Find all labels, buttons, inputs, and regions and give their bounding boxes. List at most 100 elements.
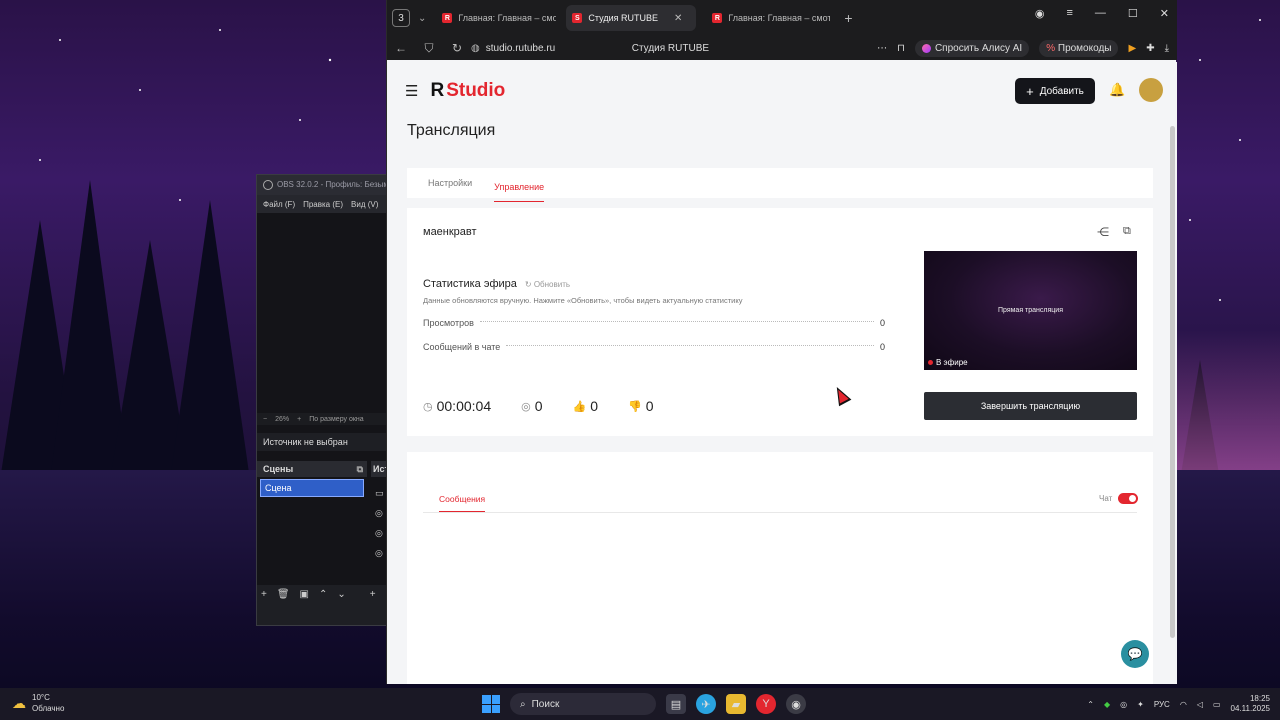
chevron-down-icon[interactable]: ⌄ bbox=[418, 13, 426, 24]
avatar[interactable] bbox=[1139, 78, 1163, 102]
page-scrollbar[interactable] bbox=[1170, 126, 1175, 638]
obs-zoom-mode[interactable]: По размеру окна bbox=[309, 416, 363, 423]
browser-tab[interactable]: R Главная: Главная – смотр bbox=[436, 5, 556, 31]
viewers-value: 0 bbox=[534, 398, 543, 414]
obs-titlebar[interactable]: OBS 32.0.2 - Профиль: Безым bbox=[257, 175, 395, 195]
wifi-icon[interactable]: ◠ bbox=[1180, 700, 1187, 709]
more-icon[interactable]: ⋯ bbox=[877, 43, 887, 54]
stat-row-messages: Сообщений в чате 0 bbox=[423, 342, 885, 352]
task-view-icon[interactable]: ▤ bbox=[666, 694, 686, 714]
notification-bell-icon[interactable]: 🔔 bbox=[1109, 82, 1125, 98]
alice-button[interactable]: Спросить Алису AI bbox=[914, 39, 1030, 57]
share-icon[interactable]: ⋲ bbox=[1097, 225, 1109, 239]
minimize-icon[interactable]: — bbox=[1095, 7, 1106, 19]
volume-icon[interactable]: ◁ bbox=[1197, 700, 1203, 709]
clock-date: 04.11.2025 bbox=[1230, 704, 1270, 713]
monitor-icon[interactable]: ▭ bbox=[375, 483, 384, 503]
obs-scenes-header: Сцены ⧉ bbox=[257, 461, 367, 477]
shield-icon[interactable]: ⛉ bbox=[415, 41, 443, 56]
obs-menu-edit[interactable]: Правка (E) bbox=[303, 200, 343, 209]
filter-icon[interactable]: ▣ bbox=[300, 589, 309, 600]
obs-icon[interactable]: ◉ bbox=[786, 694, 806, 714]
obs-menu-file[interactable]: Файл (F) bbox=[263, 200, 295, 209]
temperature: 10°C bbox=[32, 693, 50, 702]
plus-icon[interactable]: + bbox=[261, 589, 267, 600]
download-icon[interactable]: ⤓ bbox=[1165, 43, 1169, 54]
close-icon[interactable]: ✕ bbox=[674, 13, 682, 24]
obs-menu-view[interactable]: Вид (V) bbox=[351, 200, 378, 209]
extension-icon[interactable]: ▶ bbox=[1128, 43, 1136, 54]
browser-tab-active[interactable]: S Студия RUTUBE ✕ bbox=[566, 5, 697, 31]
weather-widget[interactable]: ☁ 10°C Облачно bbox=[12, 692, 64, 714]
tab-messages[interactable]: Сообщения bbox=[439, 494, 486, 512]
obs-window[interactable]: OBS 32.0.2 - Профиль: Безым Файл (F) Пра… bbox=[256, 174, 397, 626]
language-indicator[interactable]: РУС bbox=[1154, 700, 1170, 709]
maximize-icon[interactable]: ☐ bbox=[1128, 7, 1138, 20]
file-explorer-icon[interactable]: ▰ bbox=[726, 694, 746, 714]
gamepad-icon[interactable]: ◎ bbox=[375, 503, 384, 523]
chat-toggle[interactable] bbox=[1118, 493, 1138, 504]
refresh-button[interactable]: ↻ Обновить bbox=[525, 280, 570, 289]
bookmark-icon[interactable]: ⊓ bbox=[897, 43, 905, 54]
chat-card: Сообщения Чат bbox=[407, 452, 1153, 684]
taskbar-search[interactable]: ⌕ Поиск bbox=[510, 693, 656, 715]
duration-metric: ◷ 00:00:04 bbox=[423, 398, 491, 414]
reload-icon[interactable]: ↻ bbox=[443, 41, 471, 55]
live-metrics: ◷ 00:00:04 ◎ 0 👍 0 👎 0 bbox=[423, 398, 684, 414]
end-stream-button[interactable]: Завершить трансляцию bbox=[924, 392, 1137, 420]
tab-management[interactable]: Управление bbox=[494, 182, 545, 202]
app-tray-icon[interactable]: ◎ bbox=[1120, 700, 1127, 709]
arrow-down-icon[interactable]: ⌄ bbox=[337, 589, 345, 600]
back-icon[interactable]: ← bbox=[387, 41, 415, 55]
trash-icon[interactable]: 🗑 bbox=[277, 589, 290, 600]
hamburger-menu-icon[interactable]: ☰ bbox=[405, 82, 418, 100]
browser-tab[interactable]: R Главная: Главная – смотр bbox=[706, 5, 830, 31]
tab-settings[interactable]: Настройки bbox=[428, 178, 472, 188]
telegram-icon[interactable]: ✈ bbox=[696, 694, 716, 714]
obs-scene-item[interactable]: Сцена bbox=[260, 479, 364, 497]
user-icon: ◎ bbox=[521, 400, 531, 413]
dotted-leader bbox=[479, 320, 874, 322]
arrow-up-icon[interactable]: ⌃ bbox=[319, 589, 327, 600]
studio-header: ☰ R Studio + Добавить 🔔 bbox=[387, 62, 1177, 120]
clock[interactable]: 18:25 04.11.2025 bbox=[1231, 694, 1270, 714]
close-icon[interactable]: ✕ bbox=[1160, 7, 1169, 20]
system-tray: ⌃ ◆ ◎ ✦ РУС ◠ ◁ ▭ 18:25 04.11.2025 bbox=[1087, 692, 1270, 716]
external-link-icon[interactable]: ⧉ bbox=[1123, 225, 1131, 238]
rutube-studio-logo[interactable]: R Studio bbox=[430, 80, 505, 102]
browser-window: 3 ⌄ R Главная: Главная – смотр S Студия … bbox=[386, 0, 1177, 684]
stream-card: маенкравт ⋲ ⧉ Статистика эфира ↻ Обновит… bbox=[407, 208, 1153, 436]
app-tray-icon[interactable]: ✦ bbox=[1137, 700, 1144, 709]
app-tray-icon[interactable]: ◆ bbox=[1104, 700, 1110, 709]
gamepad-icon[interactable]: ◎ bbox=[375, 523, 384, 543]
live-dot-icon bbox=[928, 360, 933, 365]
promo-button[interactable]: % Промокоды bbox=[1039, 39, 1119, 57]
windows-start-icon[interactable] bbox=[482, 695, 500, 713]
weather-condition: Облачно bbox=[32, 704, 65, 713]
profile-icon[interactable]: ◉ bbox=[1035, 7, 1045, 20]
plus-icon[interactable]: + bbox=[370, 589, 376, 600]
help-chat-button[interactable]: 💬 bbox=[1121, 640, 1149, 668]
chat-toggle-label: Чат bbox=[1099, 494, 1113, 503]
studio-icon: S bbox=[572, 13, 583, 23]
menu-icon[interactable]: ≡ bbox=[1066, 7, 1072, 19]
percent-icon: % bbox=[1046, 42, 1056, 54]
battery-icon[interactable]: ▭ bbox=[1213, 700, 1221, 709]
obs-logo-icon bbox=[263, 180, 273, 190]
gamepad-icon[interactable]: ◎ bbox=[375, 543, 384, 563]
weather-text: 10°C Облачно bbox=[32, 692, 64, 714]
new-tab-icon[interactable]: + bbox=[844, 10, 852, 26]
stream-preview[interactable]: Прямая трансляция В эфире bbox=[924, 251, 1137, 370]
dock-icon[interactable]: ⧉ bbox=[357, 461, 363, 477]
minus-icon[interactable]: − bbox=[263, 416, 267, 423]
tab-count-badge[interactable]: 3 bbox=[392, 9, 410, 27]
puzzle-icon[interactable]: ✚ bbox=[1146, 43, 1154, 54]
yandex-browser-icon[interactable]: Y bbox=[756, 694, 776, 714]
page-title: Трансляция bbox=[407, 122, 496, 139]
stat-label: Просмотров bbox=[423, 318, 474, 328]
chevron-up-icon[interactable]: ⌃ bbox=[1087, 700, 1094, 709]
add-button[interactable]: + Добавить bbox=[1015, 78, 1095, 104]
lock-icon: ◍ bbox=[471, 42, 480, 54]
url-field[interactable]: studio.rutube.ru bbox=[486, 43, 626, 54]
plus-icon[interactable]: + bbox=[297, 416, 301, 423]
